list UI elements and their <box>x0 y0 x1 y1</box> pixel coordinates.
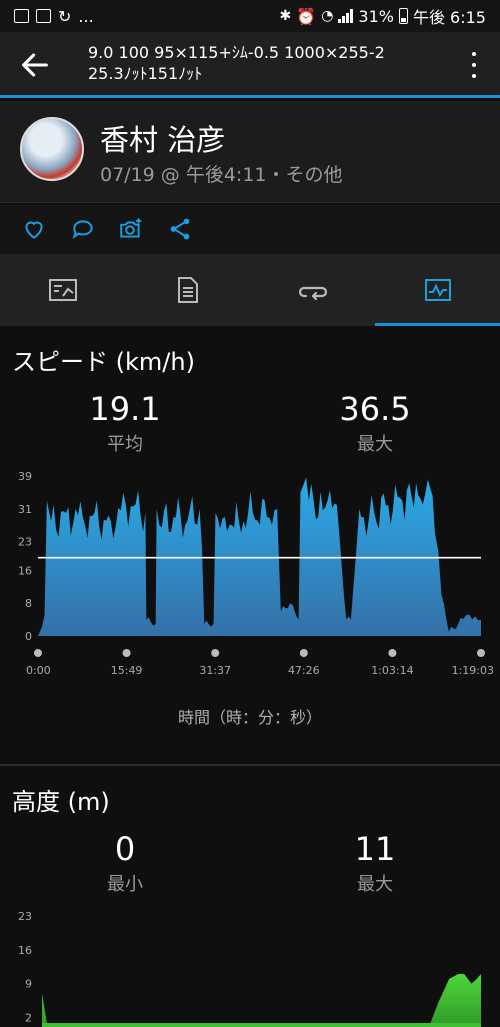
wifi-icon: ◔ <box>321 8 334 24</box>
y-tick-label: 9 <box>25 978 32 991</box>
avatar[interactable] <box>20 117 84 181</box>
overflow-menu-icon[interactable] <box>464 52 484 78</box>
series-area <box>42 973 481 1027</box>
altitude-min: 0 最小 <box>25 830 225 896</box>
action-bar <box>0 204 500 254</box>
bluetooth-icon: ✱ <box>279 8 292 24</box>
altitude-min-value: 0 <box>114 830 136 868</box>
app-d-icon <box>36 9 51 23</box>
x-tick-label: 0:00 <box>26 664 51 677</box>
overview-icon <box>48 279 77 301</box>
add-photo-icon[interactable] <box>118 216 144 242</box>
y-tick-label: 23 <box>18 536 32 549</box>
x-tick-dot <box>388 649 397 657</box>
speed-chart[interactable]: 0 8 16 23 31 39 0:00 15:49 31:37 47:26 1:03:14 1:19… <box>0 465 500 685</box>
chart-pulse-icon <box>424 279 451 301</box>
y-tick-label: 39 <box>18 470 32 483</box>
gallery-icon <box>14 9 29 23</box>
tab-laps[interactable] <box>250 254 375 326</box>
y-tick-label: 2 <box>25 1011 32 1024</box>
speed-max-label: 最大 <box>357 434 393 455</box>
x-tick-dot <box>299 649 308 657</box>
y-tick-label: 16 <box>18 564 32 577</box>
activity-title-line1: 9.0 100 95×115+ｼﾑ-0.5 1000×255-2 <box>88 43 385 62</box>
share-icon[interactable] <box>167 216 193 242</box>
x-tick-label: 15:49 <box>111 664 143 677</box>
altitude-max: 11 最大 <box>275 830 475 896</box>
y-tick-label: 31 <box>18 503 32 516</box>
speed-avg-value: 19.1 <box>89 390 161 428</box>
altitude-min-label: 最小 <box>107 874 143 895</box>
speed-avg-label: 平均 <box>107 434 143 455</box>
speed-avg: 19.1 平均 <box>25 390 225 456</box>
sync-icon: ↻ <box>58 6 72 26</box>
speed-x-axis-title: 時間（時：分：秒） <box>177 708 322 727</box>
y-tick-label: 23 <box>18 910 32 923</box>
x-tick-dot <box>211 649 220 657</box>
x-tick-label: 47:26 <box>288 664 320 677</box>
altitude-baseline <box>42 1023 481 1027</box>
x-tick-dot <box>34 649 42 657</box>
profile-header: 香村 治彦 07/19 @ 午後4:11・その他 <box>0 101 500 203</box>
status-bar: ↻ ... ✱ ⏰ ◔ 31% 午後 6:15 <box>0 0 500 32</box>
signal-icon <box>338 9 354 23</box>
altitude-chart[interactable]: 2 9 16 23 <box>0 905 500 1027</box>
x-tick-label: 31:37 <box>199 664 231 677</box>
x-tick-label: 1:19:03 <box>452 664 494 677</box>
speed-title: スピード (km/h) <box>12 348 195 376</box>
tab-bar <box>0 254 500 326</box>
tab-overview[interactable] <box>0 254 125 326</box>
activity-title-line2: 25.3ﾉｯﾄ151ﾉｯﾄ <box>88 64 203 83</box>
battery-icon <box>398 8 408 24</box>
x-tick-dot <box>122 649 131 657</box>
app-bar: 9.0 100 95×115+ｼﾑ-0.5 1000×255-2 25.3ﾉｯﾄ… <box>0 32 500 98</box>
tab-charts[interactable] <box>375 254 500 326</box>
speed-max: 36.5 最大 <box>275 390 475 456</box>
y-tick-label: 0 <box>25 630 32 643</box>
battery-percent: 31% <box>358 6 394 26</box>
tab-details[interactable] <box>125 254 250 326</box>
user-name: 香村 治彦 <box>100 123 226 157</box>
like-heart-icon[interactable] <box>21 216 47 242</box>
back-arrow-icon[interactable] <box>18 48 52 82</box>
activity-title: 9.0 100 95×115+ｼﾑ-0.5 1000×255-2 25.3ﾉｯﾄ… <box>88 42 438 84</box>
series-area <box>38 477 481 636</box>
document-icon <box>177 277 198 303</box>
loop-icon <box>298 286 327 301</box>
speed-max-value: 36.5 <box>339 390 411 428</box>
comment-icon[interactable] <box>70 216 96 242</box>
altitude-max-label: 最大 <box>357 874 393 895</box>
clock: 午後 6:15 <box>412 8 486 27</box>
y-tick-label: 16 <box>18 944 32 957</box>
altitude-max-value: 11 <box>354 830 396 868</box>
y-tick-label: 8 <box>25 597 32 610</box>
alarm-icon: ⏰ <box>296 6 317 26</box>
status-more-text: ... <box>78 6 94 26</box>
altitude-title: 高度 (m) <box>12 788 110 816</box>
activity-meta: 07/19 @ 午後4:11・その他 <box>100 164 343 186</box>
x-tick-label: 1:03:14 <box>371 664 413 677</box>
x-tick-dot <box>477 649 485 657</box>
